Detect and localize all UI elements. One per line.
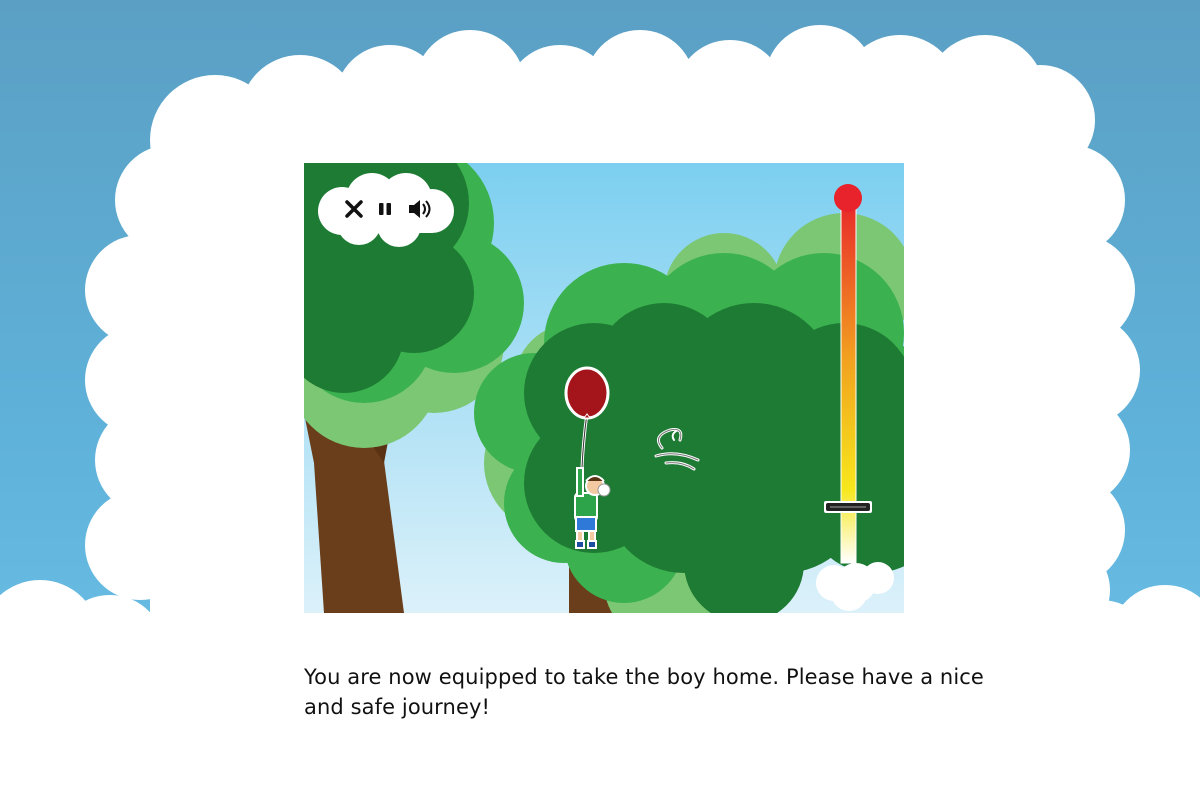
balloon [564, 366, 610, 420]
instruction-caption: You are now equipped to take the boy hom… [304, 665, 984, 719]
game-scene[interactable] [304, 163, 904, 613]
game-viewport[interactable] [304, 163, 904, 613]
close-button[interactable] [342, 197, 366, 221]
altitude-meter-goal [834, 184, 862, 212]
sound-button[interactable] [406, 197, 434, 221]
pause-button[interactable] [374, 197, 396, 221]
altitude-marker [824, 501, 872, 513]
